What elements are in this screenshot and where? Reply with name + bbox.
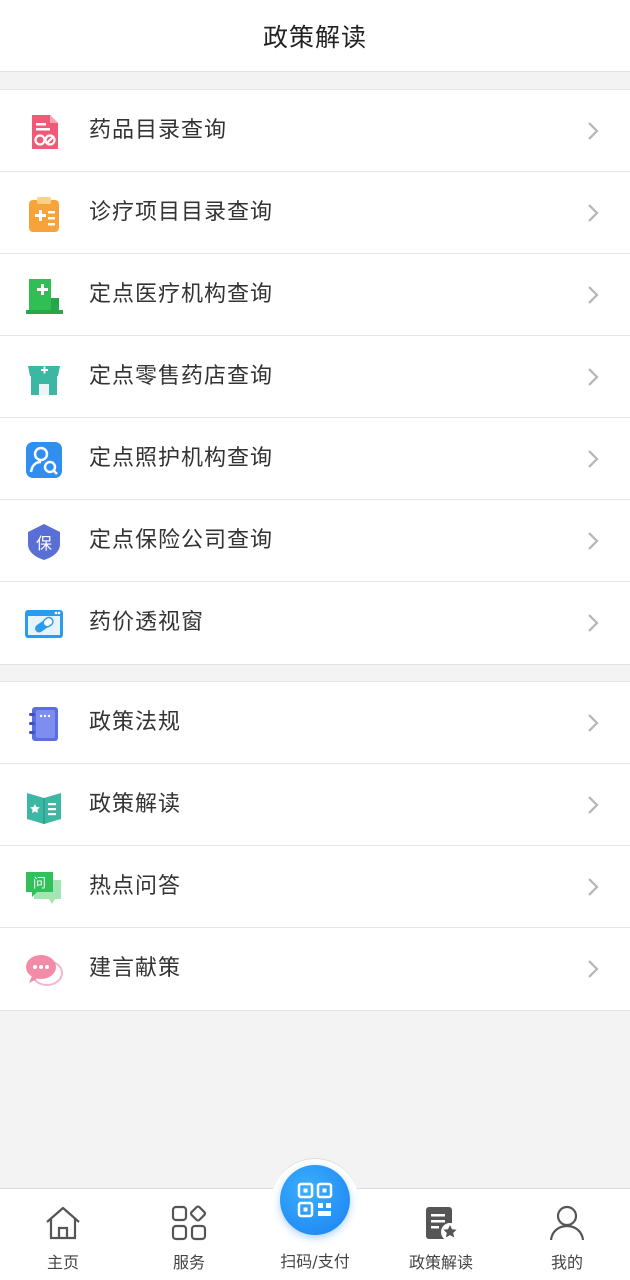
list-item-label: 诊疗项目目录查询 [89,200,274,225]
list-item-label: 热点问答 [89,874,182,899]
list-item-policy-regulations[interactable]: 政策法规 [0,682,630,764]
list-item-pharmacy[interactable]: 定点零售药店查询 [0,336,630,418]
chevron-right-icon [582,794,604,816]
list-item-label: 定点照护机构查询 [89,446,274,471]
tab-mine-label: 我的 [550,1253,583,1272]
chevron-right-icon [582,284,604,306]
care-search-icon [24,440,64,480]
list-item-drug-price-window[interactable]: 药价透视窗 [0,582,630,664]
qa-chat-icon: 问 [24,868,64,908]
drug-price-window-icon [24,604,64,644]
list-item-label: 定点零售药店查询 [89,364,274,389]
list-item-label: 政策法规 [89,710,182,735]
list-item-treatment-catalog[interactable]: 诊疗项目目录查询 [0,172,630,254]
tab-home-label: 主页 [46,1253,79,1272]
qr-code-icon [297,1182,333,1218]
svg-text:问: 问 [33,877,46,892]
pharmacy-icon [24,358,64,398]
list-item-insurance-company[interactable]: 保 定点保险公司查询 [0,500,630,582]
chevron-right-icon [582,530,604,552]
tab-home[interactable]: 主页 [0,1189,126,1280]
tab-policy-label: 政策解读 [408,1253,473,1272]
scan-pay-button[interactable] [280,1165,350,1235]
list-item-label: 建言献策 [89,956,182,981]
list-item-drug-catalog[interactable]: 药品目录查询 [0,90,630,172]
list-item-hospital[interactable]: 定点医疗机构查询 [0,254,630,336]
drug-catalog-icon [24,112,64,152]
tab-scan-label: 扫码/支付 [280,1252,350,1271]
policy-doc-star-icon [421,1203,461,1243]
list-item-label: 定点医疗机构查询 [89,282,274,307]
list-item-policy-interpretation[interactable]: 政策解读 [0,764,630,846]
chevron-right-icon [582,366,604,388]
chevron-right-icon [582,958,604,980]
list-item-label: 政策解读 [89,792,182,817]
chevron-right-icon [582,120,604,142]
chevron-right-icon [582,612,604,634]
suggestion-bubble-icon [24,950,64,990]
query-list: 药品目录查询 诊疗项目目录查询 定点医疗机构查询 定点零售药店查询 定点照护机构… [0,89,630,665]
svg-text:保: 保 [36,534,52,553]
treatment-catalog-icon [24,194,64,234]
chevron-right-icon [582,448,604,470]
grid-apps-icon [169,1203,209,1243]
home-icon [43,1203,83,1243]
list-item-care-institution[interactable]: 定点照护机构查询 [0,418,630,500]
insurance-shield-icon: 保 [24,522,64,562]
hospital-icon [24,276,64,316]
policy-book-icon [24,704,64,744]
tab-mine[interactable]: 我的 [504,1189,630,1280]
page-title: 政策解读 [262,22,367,52]
policy-list: 政策法规 政策解读 问 热点问答 建言献策 [0,681,630,1011]
chevron-right-icon [582,712,604,734]
tab-policy[interactable]: 政策解读 [378,1189,504,1280]
list-item-label: 药价透视窗 [89,610,205,635]
user-icon [547,1203,587,1243]
tab-services[interactable]: 服务 [126,1189,252,1280]
tab-services-label: 服务 [172,1253,205,1272]
list-item-suggestions[interactable]: 建言献策 [0,928,630,1010]
list-item-label: 定点保险公司查询 [89,528,274,553]
chevron-right-icon [582,876,604,898]
policy-read-icon [24,786,64,826]
list-item-hot-qa[interactable]: 问 热点问答 [0,846,630,928]
header-bar: 政策解读 [0,0,630,72]
list-item-label: 药品目录查询 [89,118,228,143]
chevron-right-icon [582,202,604,224]
